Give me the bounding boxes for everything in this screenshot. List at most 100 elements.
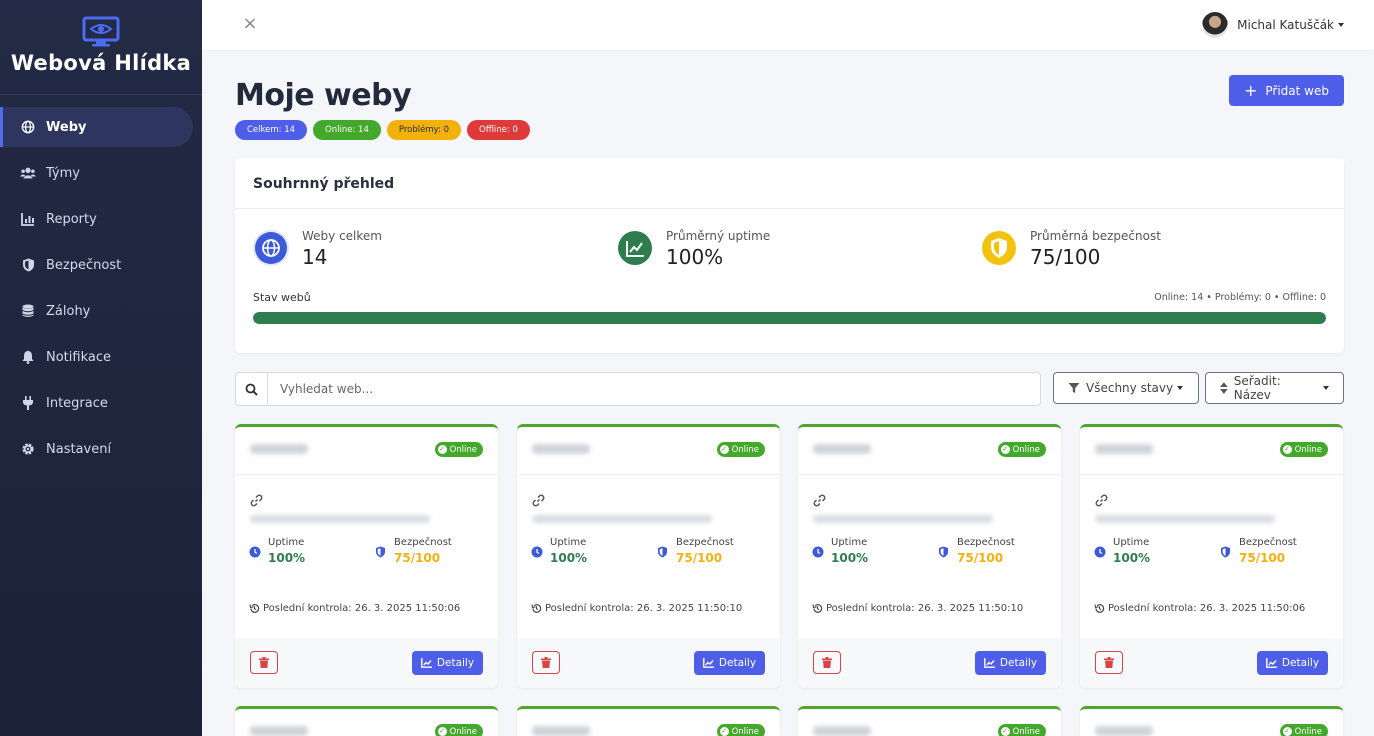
details-button[interactable]: Detaily [694,651,765,675]
sidebar-item-tymy[interactable]: Týmy [0,153,202,193]
shield-icon [1221,546,1230,558]
check-icon: ✓ [1282,727,1292,736]
last-check: Poslední kontrola: 26. 3. 2025 11:50:10 [812,603,1023,614]
uptime-metric: Uptime 100% [531,537,587,565]
avatar [1202,12,1229,38]
card-footer: Detaily [517,638,780,688]
progress-label: Stav webů [253,291,311,304]
website-url-blurred[interactable] [250,515,430,523]
sidebar-item-label: Weby [46,119,87,135]
shield-icon [939,546,948,558]
search-input[interactable] [268,373,1040,405]
chart-line-icon [1266,658,1277,668]
uptime-label: Uptime [268,537,305,548]
status-label: Online [449,444,477,455]
chart-line-icon [617,230,653,266]
brand[interactable]: Webová Hlídka [0,0,202,95]
chevron-down-icon [1338,23,1344,27]
check-icon: ✓ [1000,445,1010,454]
delete-button[interactable] [532,651,560,674]
sidebar-item-zalohy[interactable]: Zálohy [0,291,202,331]
trash-icon [822,657,832,668]
brand-name: Webová Hlídka [10,51,192,75]
stat-average-uptime: Průměrný uptime 100% [617,229,770,269]
user-menu[interactable]: Michal Katuščák [1202,12,1344,38]
status-badges: Celkem: 14 Online: 14 Problémy: 0 Offlin… [235,120,530,140]
uptime-label: Uptime [1113,537,1150,548]
website-url-blurred[interactable] [1095,515,1275,523]
sidebar-item-label: Nastavení [46,441,112,457]
card-header: ✓ Online [235,427,498,475]
website-name-blurred [532,444,590,454]
card-footer: Detaily [235,638,498,688]
status-badge: ✓ Online [434,442,483,457]
stat-label: Weby celkem [302,229,382,243]
page-title: Moje weby [235,78,412,113]
topbar: × Michal Katuščák [202,0,1374,50]
sidebar-item-integrace[interactable]: Integrace [0,383,202,423]
uptime-value: 100% [831,551,869,565]
users-icon [20,165,36,181]
badge-problems: Problémy: 0 [386,120,461,140]
summary-title: Souhrnný přehled [235,158,1344,209]
check-icon: ✓ [437,445,447,454]
clock-icon [531,546,543,558]
sidebar: Webová Hlídka Weby Týmy Reporty Bezpečno… [0,0,202,736]
search-bar [235,372,1041,406]
status-badge: ✓ Online [997,724,1046,736]
delete-button[interactable] [1095,651,1123,674]
last-check: Poslední kontrola: 26. 3. 2025 11:50:06 [249,603,460,614]
sidebar-item-notifikace[interactable]: Notifikace [0,337,202,377]
globe-icon [20,119,36,135]
website-card: ✓ Online Uptime 100% Bezpečnost 75/100 P… [517,424,780,688]
details-button[interactable]: Detaily [1257,651,1328,675]
card-footer: Detaily [798,638,1061,688]
details-button[interactable]: Detaily [975,651,1046,675]
trash-icon [541,657,551,668]
sidebar-item-nastaveni[interactable]: Nastavení [0,429,202,469]
last-check: Poslední kontrola: 26. 3. 2025 11:50:10 [531,603,742,614]
website-url-blurred[interactable] [813,515,993,523]
uptime-metric: Uptime 100% [1094,537,1150,565]
website-url-blurred[interactable] [532,515,712,523]
website-name-blurred [813,726,871,736]
sidebar-item-label: Integrace [46,395,108,411]
sidebar-item-label: Týmy [46,165,80,181]
chart-line-icon [984,658,995,668]
add-web-button[interactable]: + Přidat web [1229,75,1344,106]
status-label: Online [1294,444,1322,455]
delete-button[interactable] [250,651,278,674]
sidebar-item-weby[interactable]: Weby [0,107,193,147]
status-label: Online [731,444,759,455]
history-icon [1094,604,1105,613]
security-label: Bezpečnost [676,537,734,548]
clock-icon [249,546,261,558]
sort-icon [1220,382,1228,394]
website-card: ✓ Online [798,706,1061,736]
details-button[interactable]: Detaily [412,651,483,675]
sidebar-item-bezpecnost[interactable]: Bezpečnost [0,245,202,285]
filter-icon [1068,383,1080,393]
sort-dropdown[interactable]: Seřadit: Název [1205,372,1344,404]
monitor-eye-icon [82,16,120,47]
close-icon[interactable]: × [242,15,258,33]
delete-button[interactable] [813,651,841,674]
shield-icon [658,546,667,558]
check-icon: ✓ [1282,445,1292,454]
sidebar-item-reporty[interactable]: Reporty [0,199,202,239]
shield-icon [376,546,385,558]
status-badge: ✓ Online [1279,442,1328,457]
chart-line-icon [703,658,714,668]
last-check-text: Poslední kontrola: 26. 3. 2025 11:50:10 [826,603,1024,614]
badge-online: Online: 14 [313,120,381,140]
chart-line-icon [421,658,432,668]
gear-icon [20,441,36,457]
sidebar-item-label: Bezpečnost [46,257,122,273]
last-check-text: Poslední kontrola: 26. 3. 2025 11:50:10 [545,603,743,614]
stat-value: 14 [302,245,328,269]
history-icon [812,604,823,613]
card-header: ✓ Online [1080,427,1343,475]
status-filter-dropdown[interactable]: Všechny stavy [1053,372,1199,404]
website-card: ✓ Online Uptime 100% Bezpečnost 75/100 P… [798,424,1061,688]
progress-fill-online [253,312,1326,324]
